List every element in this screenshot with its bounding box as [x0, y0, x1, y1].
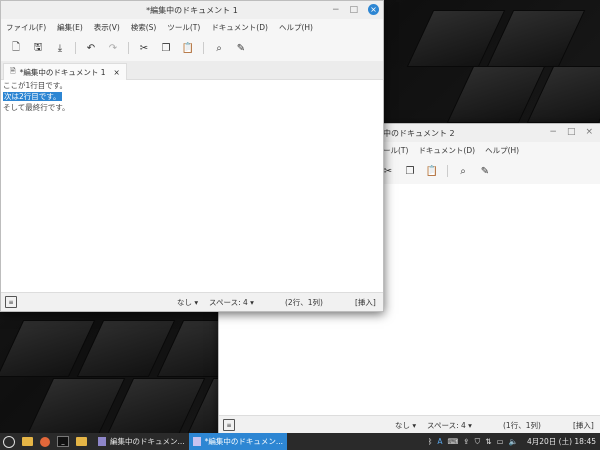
window-1-statusbar: ≡ なし ▾ スペース: 4 ▾ (2行、1列) [挿入] — [1, 292, 383, 311]
shield-icon[interactable]: ⛉ — [475, 437, 481, 447]
cursor-position: (1行、1列) — [503, 421, 541, 430]
spaces-dropdown[interactable]: スペース: 4 ▾ — [209, 297, 254, 308]
encoding-dropdown[interactable]: なし ▾ — [177, 297, 198, 308]
sidebar-toggle-icon[interactable]: ≡ — [223, 419, 235, 431]
spaces-dropdown[interactable]: スペース: 4 ▾ — [427, 420, 472, 431]
system-tray: ᛒ A ⌨ ⇪ ⛉ ⇅ ▭ 🔈 4月20日 (土) 18:45 — [428, 433, 600, 450]
menu-document[interactable]: ドキュメント(D) — [418, 145, 475, 156]
replace-icon[interactable]: ✎ — [474, 162, 496, 180]
volume-icon[interactable]: 🔈 — [509, 437, 518, 446]
bluetooth-icon[interactable]: ᛒ — [428, 437, 433, 446]
search-icon[interactable]: ⌕ — [208, 39, 230, 57]
maximize-icon[interactable]: □ — [349, 5, 358, 15]
search-icon[interactable]: ⌕ — [452, 162, 474, 180]
menu-tools[interactable]: ツール(T) — [167, 22, 200, 33]
selected-text: 次は2行目です。 — [3, 92, 62, 101]
download-icon[interactable]: ⤓ — [49, 39, 71, 57]
replace-icon[interactable]: ✎ — [230, 39, 252, 57]
clock[interactable]: 4月20日 (土) 18:45 — [527, 436, 596, 447]
editor-line-3: そして最終行です。 — [3, 103, 70, 112]
copy-icon[interactable]: ❐ — [399, 162, 421, 180]
paste-icon[interactable]: 📋 — [421, 162, 443, 180]
window-2-statusbar: ≡ なし ▾ スペース: 4 ▾ (1行、1列) [挿入] — [219, 415, 600, 434]
window-1-toolbar: 🗋 🖫 ⤓ ↶ ↷ ✂ ❐ 📋 ⌕ ✎ — [1, 37, 383, 59]
keyboard-icon[interactable]: ⌨ — [447, 437, 458, 446]
paste-icon[interactable]: 📋 — [177, 39, 199, 57]
editor-app-icon — [192, 437, 201, 446]
editor-window-1[interactable]: *編集中のドキュメント 1 − □ × ファイル(F) 編集(E) 表示(V) … — [0, 0, 384, 312]
cursor-position: (2行、1列) — [285, 298, 323, 307]
minimize-icon[interactable]: − — [332, 5, 340, 15]
menu-document[interactable]: ドキュメント(D) — [211, 22, 268, 33]
window-1-title: *編集中のドキュメント 1 — [146, 5, 238, 15]
menu-file[interactable]: ファイル(F) — [6, 22, 46, 33]
minimize-icon[interactable]: − — [549, 127, 557, 137]
window-2-title: 中のドキュメント 2 — [383, 128, 455, 138]
task-editor-2[interactable]: 編集中のドキュメン... — [94, 433, 189, 450]
battery-icon[interactable]: ▭ — [497, 437, 504, 446]
menu-tools[interactable]: ール(T) — [383, 145, 408, 156]
folder-icon[interactable] — [72, 433, 90, 450]
close-icon[interactable]: × — [585, 127, 593, 137]
tab-document-1[interactable]: 🗎 *編集中のドキュメント 1 × — [3, 63, 127, 80]
start-menu-icon[interactable] — [0, 433, 18, 450]
menu-view[interactable]: 表示(V) — [94, 22, 120, 33]
tab-close-icon[interactable]: × — [114, 68, 120, 77]
copy-icon[interactable]: ❐ — [155, 39, 177, 57]
browser-icon[interactable] — [36, 433, 54, 450]
sidebar-toggle-icon[interactable]: ≡ — [5, 296, 17, 308]
window-1-titlebar[interactable]: *編集中のドキュメント 1 − □ × — [1, 1, 383, 19]
window-1-menubar: ファイル(F) 編集(E) 表示(V) 検索(S) ツール(T) ドキュメント(… — [1, 19, 383, 35]
menu-help[interactable]: ヘルプ(H) — [279, 22, 313, 33]
tab-label: *編集中のドキュメント 1 — [19, 67, 106, 77]
terminal-icon[interactable]: _ — [54, 433, 72, 450]
taskbar: _ 編集中のドキュメン... *編集中のドキュメン... ᛒ A ⌨ ⇪ ⛉ ⇅… — [0, 433, 600, 450]
close-icon[interactable]: × — [368, 4, 379, 15]
document-icon: 🗎 — [10, 66, 16, 75]
task-editor-1[interactable]: *編集中のドキュメン... — [188, 433, 288, 450]
update-icon[interactable]: ⇪ — [463, 437, 469, 446]
insert-mode: [挿入] — [573, 421, 594, 430]
undo-icon[interactable]: ↶ — [80, 39, 102, 57]
task-label: 編集中のドキュメン... — [110, 437, 185, 446]
files-icon[interactable] — [18, 433, 36, 450]
menu-search[interactable]: 検索(S) — [131, 22, 157, 33]
tab-bar: 🗎 *編集中のドキュメント 1 × — [1, 61, 383, 80]
input-method-indicator[interactable]: A — [437, 437, 442, 446]
menu-help[interactable]: ヘルプ(H) — [485, 145, 519, 156]
menu-edit[interactable]: 編集(E) — [57, 22, 83, 33]
redo-icon[interactable]: ↷ — [102, 39, 124, 57]
editor-line-1: ここが1行目です。 — [3, 81, 68, 90]
insert-mode: [挿入] — [355, 298, 376, 307]
encoding-dropdown[interactable]: なし ▾ — [395, 420, 416, 431]
save-icon[interactable]: 🖫 — [27, 39, 49, 57]
network-icon[interactable]: ⇅ — [485, 437, 491, 446]
task-label: *編集中のドキュメン... — [204, 437, 284, 446]
cut-icon[interactable]: ✂ — [133, 39, 155, 57]
window-1-editor[interactable]: ここが1行目です。 次は2行目です。 そして最終行です。 — [1, 80, 383, 293]
editor-app-icon — [98, 437, 106, 446]
editor-line-2: 次は2行目です。 — [1, 91, 383, 102]
maximize-icon[interactable]: □ — [567, 127, 576, 137]
new-file-icon[interactable]: 🗋 — [5, 39, 27, 57]
